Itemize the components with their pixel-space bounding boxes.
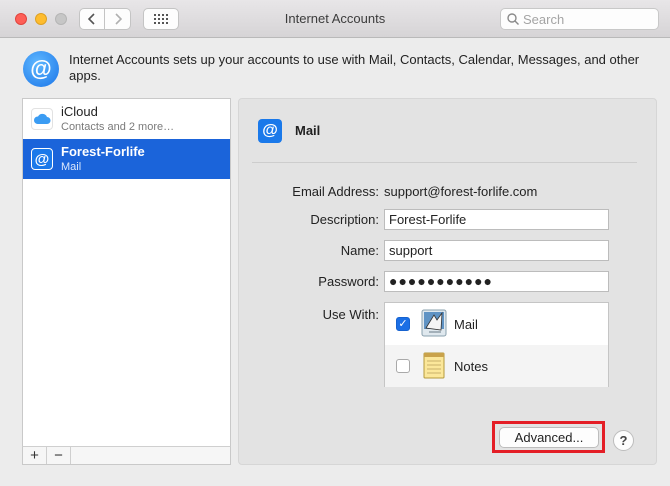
use-with-row-mail: ✓ Mail (385, 303, 608, 345)
account-name: Forest-Forlife (61, 144, 145, 159)
header-description: Internet Accounts sets up your accounts … (69, 52, 640, 83)
mail-app-label: Mail (454, 317, 478, 332)
search-icon (507, 13, 519, 25)
search-input[interactable] (523, 11, 653, 27)
account-subtitle: Mail (61, 161, 82, 173)
mail-app-icon (421, 309, 447, 337)
email-label: Email Address: (292, 184, 379, 199)
account-list: iCloud Contacts and 2 more… @ Forest-For… (22, 98, 231, 447)
mail-at-icon: @ (31, 148, 53, 170)
description-label: Description: (310, 212, 379, 227)
search-field[interactable] (500, 8, 659, 30)
account-list-footer: + − (22, 446, 231, 465)
account-item-icloud[interactable]: iCloud Contacts and 2 more… (23, 99, 230, 139)
notes-app-label: Notes (454, 359, 488, 374)
internet-accounts-at-icon: @ (23, 51, 59, 87)
notes-checkbox[interactable] (396, 359, 410, 373)
title-bar: Internet Accounts (0, 0, 670, 38)
use-with-label: Use With: (322, 307, 379, 322)
account-name: iCloud (61, 104, 98, 119)
mail-at-icon: @ (258, 119, 282, 143)
account-subtitle: Contacts and 2 more… (61, 121, 175, 133)
email-value: support@forest-forlife.com (384, 184, 538, 199)
name-label: Name: (340, 243, 379, 258)
detail-title: Mail (295, 123, 321, 138)
name-field[interactable] (384, 240, 609, 261)
password-label: Password: (318, 274, 379, 289)
password-field[interactable]: ●●●●●●●●●●● (384, 271, 609, 292)
account-item-forest-forlife[interactable]: @ Forest-Forlife Mail (23, 139, 230, 179)
mail-checkbox[interactable]: ✓ (396, 317, 410, 331)
add-account-button[interactable]: + (23, 447, 47, 464)
notes-app-icon (423, 352, 445, 379)
advanced-button[interactable]: Advanced... (499, 427, 599, 448)
description-field[interactable] (384, 209, 609, 230)
icloud-icon (31, 108, 53, 130)
use-with-list: ✓ Mail Notes (384, 302, 609, 387)
internet-accounts-window: Internet Accounts @ Internet Accounts se… (0, 0, 670, 486)
divider (252, 162, 637, 163)
use-with-row-notes: Notes (385, 345, 608, 387)
remove-account-button[interactable]: − (47, 447, 71, 464)
help-button[interactable]: ? (613, 430, 634, 451)
